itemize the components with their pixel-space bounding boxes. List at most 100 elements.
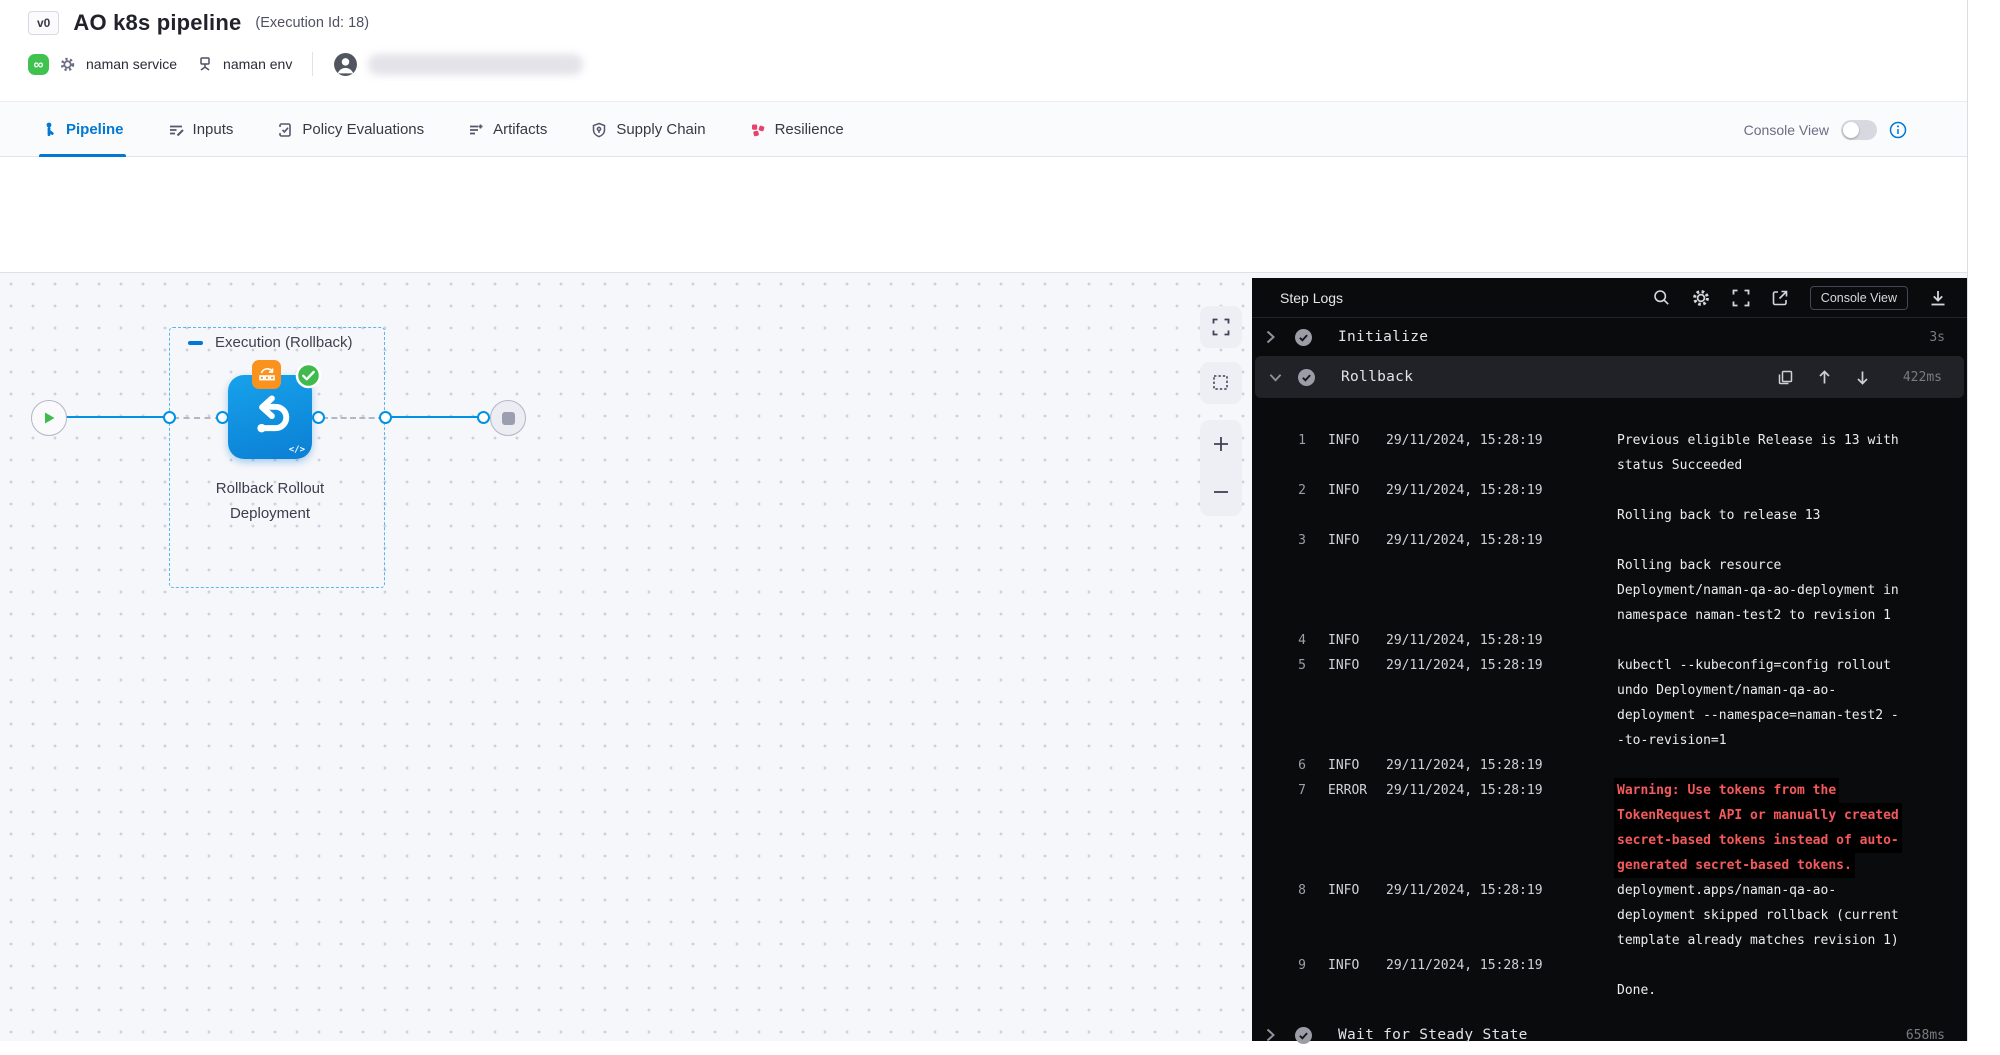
tab-label: Supply Chain bbox=[616, 121, 705, 138]
log-line: Done. bbox=[1252, 978, 1967, 1003]
log-section-wait-for-steady-state[interactable]: Wait for Steady State 658ms bbox=[1252, 1015, 1967, 1055]
tab-pipeline[interactable]: Pipeline bbox=[41, 102, 124, 157]
info-icon[interactable] bbox=[1889, 121, 1907, 139]
tab-label: Resilience bbox=[775, 121, 844, 138]
chevron-right-icon bbox=[1266, 330, 1282, 344]
step-node-label: Rollback Rollout Deployment bbox=[170, 476, 370, 526]
rollback-undo-icon bbox=[244, 391, 296, 443]
section-duration: 422ms bbox=[1894, 370, 1942, 385]
log-line: TokenRequest API or manually created bbox=[1252, 803, 1967, 828]
step-logs-header: Step Logs Console View bbox=[1252, 278, 1967, 318]
zoom-in-button[interactable] bbox=[1200, 422, 1242, 466]
log-line: 2INFO29/11/2024, 15:28:19 bbox=[1252, 478, 1967, 503]
stage-summary-bar: s1 Started at: 29/11/2024, 15:27:56 Dura… bbox=[0, 157, 1967, 273]
log-line: 9INFO29/11/2024, 15:28:19 bbox=[1252, 953, 1967, 978]
scroll-down-icon[interactable] bbox=[1856, 370, 1869, 385]
fit-to-screen-button[interactable] bbox=[1200, 306, 1242, 348]
zoom-controls bbox=[1200, 420, 1242, 516]
log-line: deployment skipped rollback (current bbox=[1252, 903, 1967, 928]
section-duration: 3s bbox=[1897, 330, 1945, 345]
pipeline-icon bbox=[41, 122, 57, 138]
zoom-out-button[interactable] bbox=[1200, 470, 1242, 514]
tab-label: Artifacts bbox=[493, 121, 547, 138]
step-logs-title: Step Logs bbox=[1280, 290, 1343, 306]
log-line: template already matches revision 1) bbox=[1252, 928, 1967, 953]
policy-check-icon bbox=[277, 122, 293, 138]
pipeline-version-badge: v0 bbox=[28, 11, 59, 35]
divider bbox=[312, 52, 313, 76]
resilience-chaos-icon bbox=[750, 122, 766, 138]
scroll-up-icon[interactable] bbox=[1818, 370, 1831, 385]
step-success-check-icon bbox=[1295, 329, 1312, 346]
play-icon bbox=[43, 411, 56, 425]
log-section-rollback[interactable]: Rollback 422ms bbox=[1255, 356, 1964, 398]
page-title: AO k8s pipeline bbox=[73, 10, 241, 36]
connection-point[interactable] bbox=[379, 411, 392, 424]
group-label: Execution (Rollback) bbox=[215, 334, 353, 351]
edge-group-to-end bbox=[387, 416, 485, 418]
gear-icon bbox=[59, 56, 76, 73]
tab-supply-chain[interactable]: Supply Chain bbox=[591, 102, 705, 157]
log-entries: 1INFO29/11/2024, 15:28:19Previous eligib… bbox=[1252, 398, 1967, 1003]
console-view-label: Console View bbox=[1744, 122, 1829, 138]
tab-artifacts[interactable]: Artifacts bbox=[468, 102, 547, 157]
log-line: Rolling back resource bbox=[1252, 553, 1967, 578]
tab-policy-evaluations[interactable]: Policy Evaluations bbox=[277, 102, 424, 157]
collapse-group-button[interactable] bbox=[188, 341, 203, 345]
header-service-link[interactable]: naman service bbox=[86, 56, 177, 72]
connection-point[interactable] bbox=[477, 411, 490, 424]
log-line: undo Deployment/naman-qa-ao- bbox=[1252, 678, 1967, 703]
step-success-check-icon bbox=[295, 362, 322, 389]
log-line: Rolling back to release 13 bbox=[1252, 503, 1967, 528]
download-logs-icon[interactable] bbox=[1929, 289, 1947, 307]
tab-label: Pipeline bbox=[66, 121, 124, 138]
execution-tab-bar: Pipeline Inputs Policy Evaluations Artif… bbox=[0, 101, 1967, 157]
section-name: Initialize bbox=[1338, 329, 1428, 345]
log-line: 7ERROR29/11/2024, 15:28:19Warning: Use t… bbox=[1252, 778, 1967, 803]
log-line: 4INFO29/11/2024, 15:28:19 bbox=[1252, 628, 1967, 653]
supply-chain-shield-icon bbox=[591, 122, 607, 138]
execution-id-label: (Execution Id: 18) bbox=[255, 15, 369, 31]
tab-resilience[interactable]: Resilience bbox=[750, 102, 844, 157]
rollout-step-type-badge bbox=[252, 360, 281, 389]
marquee-select-button[interactable] bbox=[1200, 362, 1242, 404]
cd-module-icon: ∞ bbox=[28, 54, 49, 75]
log-line: namespace naman-test2 to revision 1 bbox=[1252, 603, 1967, 628]
log-section-initialize[interactable]: Initialize 3s bbox=[1252, 318, 1967, 356]
connection-point[interactable] bbox=[312, 411, 325, 424]
console-view-toggle[interactable] bbox=[1841, 120, 1877, 140]
log-fullscreen-icon[interactable] bbox=[1732, 289, 1750, 307]
step-success-check-icon bbox=[1298, 369, 1315, 386]
tab-inputs[interactable]: Inputs bbox=[168, 102, 234, 157]
log-line: -to-revision=1 bbox=[1252, 728, 1967, 753]
log-line: 5INFO29/11/2024, 15:28:19kubectl --kubec… bbox=[1252, 653, 1967, 678]
environment-icon bbox=[197, 56, 213, 72]
log-line: 3INFO29/11/2024, 15:28:19 bbox=[1252, 528, 1967, 553]
chevron-right-icon bbox=[1266, 1028, 1282, 1042]
log-line: 1INFO29/11/2024, 15:28:19Previous eligib… bbox=[1252, 428, 1967, 453]
header-environment-link[interactable]: naman env bbox=[223, 56, 292, 72]
section-name: Rollback bbox=[1341, 369, 1413, 385]
log-line: 6INFO29/11/2024, 15:28:19 bbox=[1252, 753, 1967, 778]
user-avatar[interactable] bbox=[333, 52, 358, 77]
execution-header: v0 AO k8s pipeline (Execution Id: 18) ∞ … bbox=[0, 0, 1967, 101]
log-line: secret-based tokens instead of auto- bbox=[1252, 828, 1967, 853]
artifacts-icon bbox=[468, 122, 484, 138]
tab-label: Policy Evaluations bbox=[302, 121, 424, 138]
log-search-icon[interactable] bbox=[1653, 289, 1670, 306]
open-in-new-tab-icon[interactable] bbox=[1771, 289, 1789, 307]
chevron-down-icon bbox=[1269, 373, 1285, 382]
log-line: 8INFO29/11/2024, 15:28:19deployment.apps… bbox=[1252, 878, 1967, 903]
pipeline-start-node[interactable] bbox=[31, 400, 67, 436]
log-line: deployment --namespace=naman-test2 - bbox=[1252, 703, 1967, 728]
inputs-icon bbox=[168, 122, 184, 138]
log-settings-gear-icon[interactable] bbox=[1691, 288, 1711, 308]
pipeline-end-node[interactable] bbox=[490, 400, 526, 436]
stop-icon bbox=[502, 412, 515, 425]
connection-point[interactable] bbox=[163, 411, 176, 424]
page-right-gutter bbox=[1967, 0, 2000, 1041]
console-view-button[interactable]: Console View bbox=[1810, 286, 1908, 310]
redacted-user-info bbox=[368, 54, 583, 75]
copy-logs-icon[interactable] bbox=[1778, 370, 1793, 385]
code-glyph: </> bbox=[289, 445, 305, 455]
